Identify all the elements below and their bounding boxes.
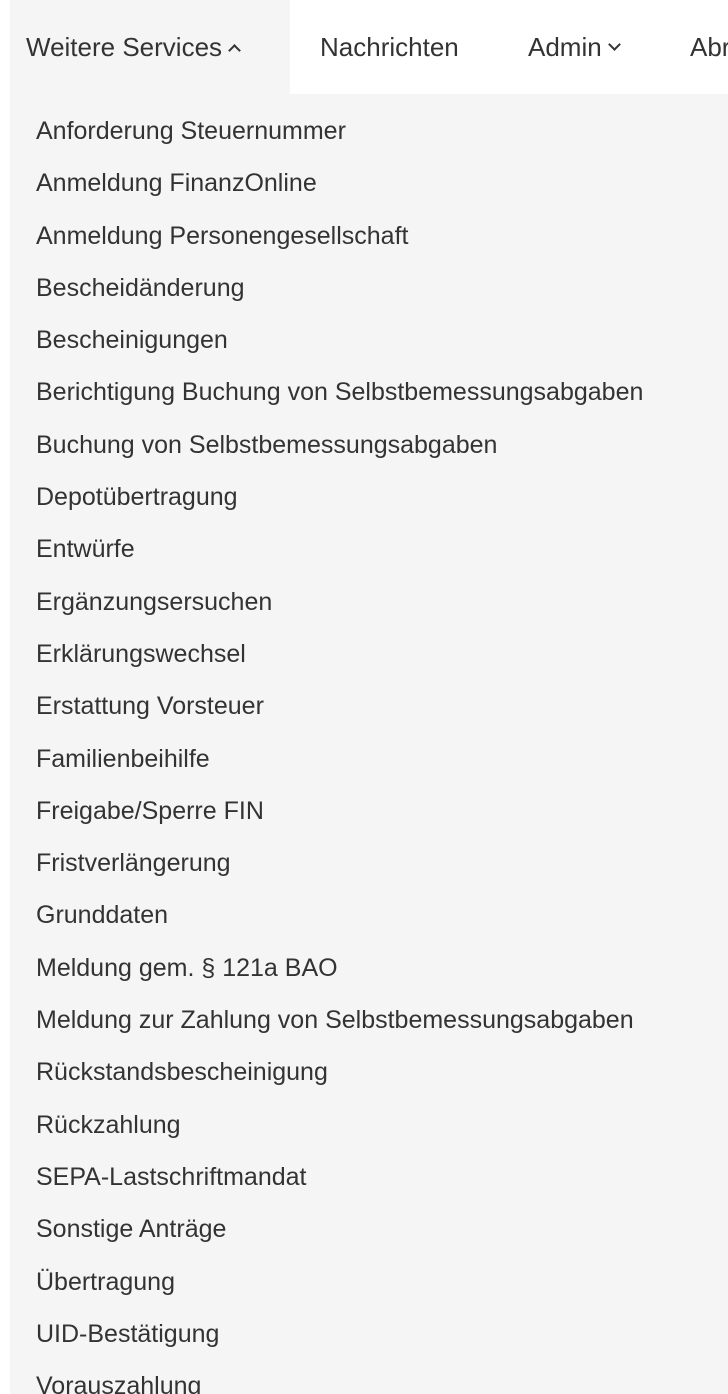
menu-item[interactable]: Berichtigung Buchung von Selbstbemessung… <box>10 369 728 421</box>
menu-item[interactable]: Meldung zur Zahlung von Selbstbemessungs… <box>10 997 728 1049</box>
menu-item[interactable]: Anforderung Steuernummer <box>10 108 728 160</box>
menu-item[interactable]: Fristverlängerung <box>10 840 728 892</box>
chevron-up-icon <box>228 43 241 57</box>
menu-item[interactable]: Familienbeihilfe <box>10 736 728 788</box>
menu-item[interactable]: Vorauszahlung <box>10 1363 728 1394</box>
menu-item[interactable]: Rückstandsbescheinigung <box>10 1049 728 1101</box>
menu-item[interactable]: Grunddaten <box>10 892 728 944</box>
menu-item[interactable]: Bescheidänderung <box>10 265 728 317</box>
top-navigation: Weitere Services Nachrichten Admin Abr <box>0 0 728 94</box>
services-dropdown-menu: Anforderung Steuernummer Anmeldung Finan… <box>10 94 728 1394</box>
menu-item[interactable]: Meldung gem. § 121a BAO <box>10 945 728 997</box>
nav-weitere-services[interactable]: Weitere Services <box>10 0 290 94</box>
nav-weitere-services-label: Weitere Services <box>26 31 223 62</box>
menu-item[interactable]: Sonstige Anträge <box>10 1206 728 1258</box>
menu-item[interactable]: Entwürfe <box>10 526 728 578</box>
menu-item[interactable]: Bescheinigungen <box>10 317 728 369</box>
nav-admin[interactable]: Admin <box>528 0 621 94</box>
menu-item[interactable]: SEPA-Lastschriftmandat <box>10 1154 728 1206</box>
nav-abr[interactable]: Abr <box>690 0 728 94</box>
nav-abr-label: Abr <box>690 31 728 62</box>
menu-item[interactable]: UID-Bestätigung <box>10 1311 728 1363</box>
nav-admin-label: Admin <box>528 31 602 62</box>
menu-item[interactable]: Depotübertragung <box>10 474 728 526</box>
menu-item[interactable]: Ergänzungsersuchen <box>10 579 728 631</box>
nav-nachrichten[interactable]: Nachrichten <box>320 0 459 94</box>
services-menu-list: Anforderung Steuernummer Anmeldung Finan… <box>10 94 728 1394</box>
menu-item[interactable]: Erklärungswechsel <box>10 631 728 683</box>
menu-item[interactable]: Anmeldung Personengesellschaft <box>10 213 728 265</box>
menu-item[interactable]: Anmeldung FinanzOnline <box>10 160 728 212</box>
page: Weitere Services Nachrichten Admin Abr A… <box>0 0 728 1394</box>
menu-item[interactable]: Buchung von Selbstbemessungsabgaben <box>10 422 728 474</box>
menu-item[interactable]: Übertragung <box>10 1259 728 1311</box>
menu-item[interactable]: Freigabe/Sperre FIN <box>10 788 728 840</box>
menu-item[interactable]: Erstattung Vorsteuer <box>10 683 728 735</box>
menu-item[interactable]: Rückzahlung <box>10 1102 728 1154</box>
chevron-down-icon <box>607 37 621 51</box>
nav-nachrichten-label: Nachrichten <box>320 31 459 62</box>
